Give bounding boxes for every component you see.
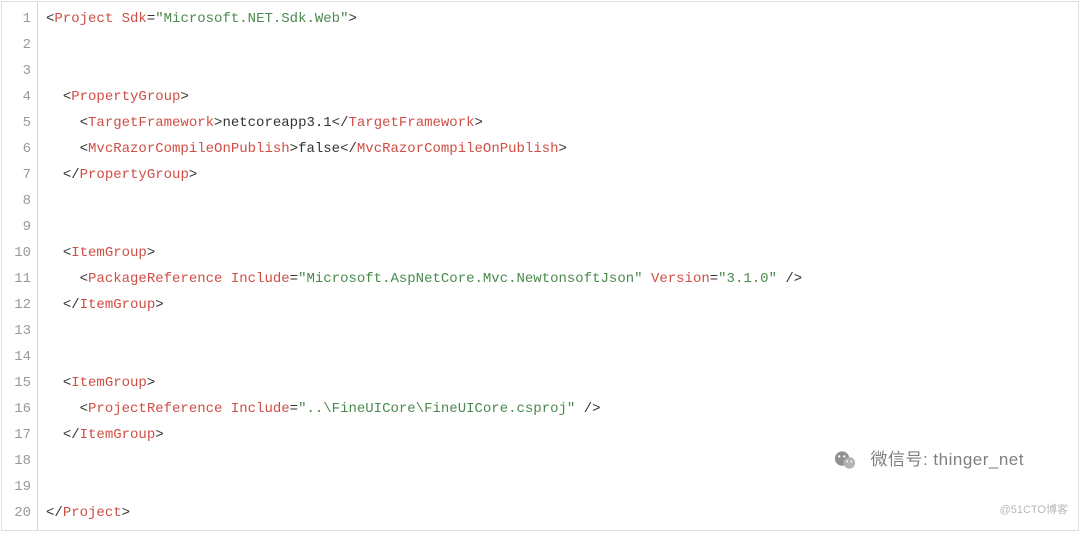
line-number-gutter: 1234567891011121314151617181920 (2, 2, 38, 530)
line-number: 4 (2, 84, 31, 110)
line-number: 11 (2, 266, 31, 292)
code-line: <Project Sdk="Microsoft.NET.Sdk.Web"> (46, 6, 1078, 32)
line-number: 14 (2, 344, 31, 370)
code-content: <Project Sdk="Microsoft.NET.Sdk.Web"> <P… (38, 2, 1078, 530)
line-number: 3 (2, 58, 31, 84)
code-line: <MvcRazorCompileOnPublish>false</MvcRazo… (46, 136, 1078, 162)
line-number: 8 (2, 188, 31, 214)
line-number: 7 (2, 162, 31, 188)
line-number: 12 (2, 292, 31, 318)
code-line (46, 448, 1078, 474)
code-line: <PackageReference Include="Microsoft.Asp… (46, 266, 1078, 292)
line-number: 2 (2, 32, 31, 58)
line-number: 18 (2, 448, 31, 474)
line-number: 1 (2, 6, 31, 32)
code-line: </PropertyGroup> (46, 162, 1078, 188)
code-line: <ProjectReference Include="..\FineUICore… (46, 396, 1078, 422)
code-line (46, 318, 1078, 344)
line-number: 6 (2, 136, 31, 162)
line-number: 15 (2, 370, 31, 396)
code-line: <TargetFramework>netcoreapp3.1</TargetFr… (46, 110, 1078, 136)
code-line: </ItemGroup> (46, 292, 1078, 318)
code-line: </Project> (46, 500, 1078, 526)
line-number: 20 (2, 500, 31, 526)
code-line (46, 58, 1078, 84)
code-line (46, 32, 1078, 58)
code-line: <ItemGroup> (46, 240, 1078, 266)
line-number: 9 (2, 214, 31, 240)
code-line: <PropertyGroup> (46, 84, 1078, 110)
line-number: 5 (2, 110, 31, 136)
line-number: 19 (2, 474, 31, 500)
code-line (46, 344, 1078, 370)
line-number: 13 (2, 318, 31, 344)
line-number: 17 (2, 422, 31, 448)
code-line: <ItemGroup> (46, 370, 1078, 396)
code-line (46, 188, 1078, 214)
code-block: 1234567891011121314151617181920 <Project… (1, 1, 1079, 531)
code-line (46, 474, 1078, 500)
code-line: </ItemGroup> (46, 422, 1078, 448)
line-number: 16 (2, 396, 31, 422)
code-line (46, 214, 1078, 240)
line-number: 10 (2, 240, 31, 266)
